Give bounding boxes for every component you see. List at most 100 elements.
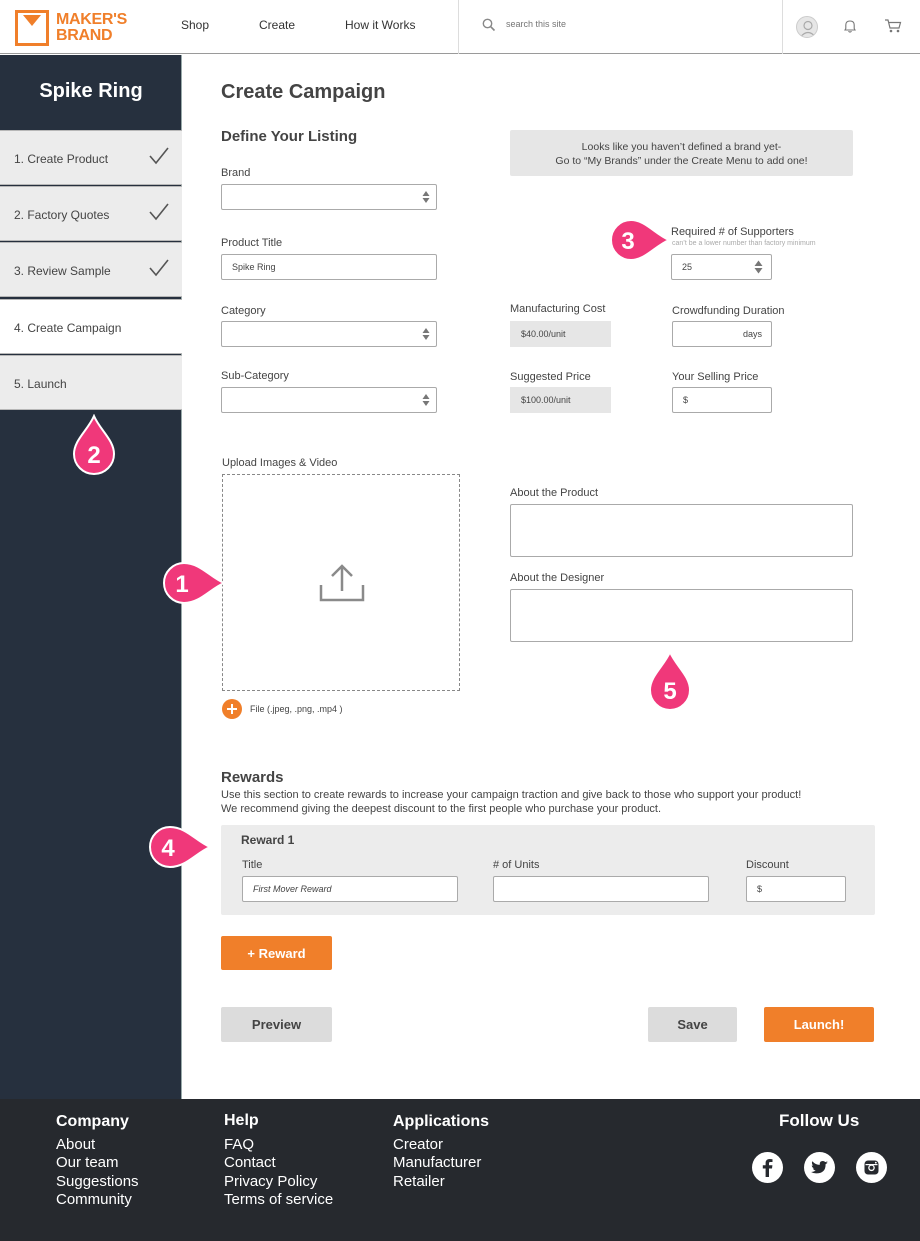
header-divider — [782, 0, 783, 54]
section-title-define-listing: Define Your Listing — [221, 128, 358, 145]
footer-link-suggestions[interactable]: Suggestions — [56, 1173, 139, 1190]
reward-discount-label: Discount — [746, 859, 789, 871]
facebook-icon[interactable] — [752, 1152, 783, 1183]
notice-line1: Looks like you haven’t defined a brand y… — [581, 141, 782, 153]
footer-link-about[interactable]: About — [56, 1136, 95, 1153]
footer-link-terms[interactable]: Terms of service — [224, 1191, 333, 1208]
reward-discount-input[interactable]: $ — [746, 876, 846, 902]
nav-shop[interactable]: Shop — [181, 18, 209, 32]
manufacturing-cost-value: $40.00/unit — [510, 321, 611, 347]
bell-icon[interactable] — [842, 18, 858, 34]
add-file-button[interactable] — [222, 699, 242, 719]
annotation-marker-2: 2 — [72, 414, 116, 475]
marker-number: 2 — [87, 442, 100, 469]
sidebar-step-create-campaign[interactable]: 4. Create Campaign — [0, 299, 182, 354]
supporters-value: 25 — [682, 262, 693, 272]
footer-link-privacy-policy[interactable]: Privacy Policy — [224, 1173, 317, 1190]
reward-title-input[interactable]: First Mover Reward — [242, 876, 458, 902]
page-title: Create Campaign — [221, 81, 386, 103]
subcategory-label: Sub-Category — [221, 370, 289, 382]
search-input[interactable] — [506, 19, 756, 29]
reward-units-input[interactable] — [493, 876, 709, 902]
logo[interactable]: MAKER'S BRAND — [15, 10, 127, 46]
sidebar-step-label: 1. Create Product — [14, 152, 109, 166]
footer-link-our-team[interactable]: Our team — [56, 1154, 119, 1171]
sidebar-step-label: 5. Launch — [14, 377, 67, 391]
instagram-icon[interactable] — [856, 1152, 887, 1183]
sidebar-step-review-sample[interactable]: 3. Review Sample — [0, 242, 182, 297]
footer-link-manufacturer[interactable]: Manufacturer — [393, 1154, 481, 1171]
footer-link-retailer[interactable]: Retailer — [393, 1173, 445, 1190]
select-arrows-icon — [422, 394, 430, 406]
preview-button[interactable]: Preview — [221, 1007, 332, 1042]
marker-number: 5 — [663, 678, 676, 705]
file-types-label: File (.jpeg, .png, .mp4 ) — [250, 704, 343, 714]
cart-icon[interactable] — [884, 18, 902, 34]
annotation-marker-1: 1 — [163, 561, 226, 605]
upload-icon — [319, 564, 365, 602]
subcategory-select[interactable] — [221, 387, 437, 413]
reward-discount-value: $ — [757, 884, 763, 894]
notice-line2: Go to “My Brands” under the Create Menu … — [555, 155, 808, 167]
upload-label: Upload Images & Video — [222, 457, 338, 469]
top-header: MAKER'S BRAND Shop Create How it Works — [0, 0, 920, 54]
product-title-input[interactable]: Spike Ring — [221, 254, 437, 280]
footer-link-faq[interactable]: FAQ — [224, 1136, 254, 1153]
upload-dropzone[interactable] — [222, 474, 460, 691]
category-label: Category — [221, 305, 266, 317]
check-icon — [149, 259, 169, 277]
sidebar-step-label: 4. Create Campaign — [14, 321, 122, 335]
about-designer-label: About the Designer — [510, 572, 605, 584]
twitter-icon[interactable] — [804, 1152, 835, 1183]
logo-text-line2: BRAND — [56, 27, 113, 44]
sidebar-title: Spike Ring — [39, 80, 143, 102]
reward-title: Reward 1 — [241, 833, 295, 847]
logo-mark-icon — [15, 10, 49, 46]
about-product-textarea[interactable] — [510, 504, 853, 557]
sidebar-step-label: 3. Review Sample — [14, 264, 111, 278]
supporters-hint: can’t be a lower number than factory min… — [672, 240, 816, 247]
marker-number: 4 — [161, 835, 175, 862]
add-reward-button[interactable]: + Reward — [221, 936, 332, 970]
crowdfunding-unit: days — [742, 329, 762, 339]
crowdfunding-duration-input[interactable]: days — [672, 321, 772, 347]
brand-notice: Looks like you haven’t defined a brand y… — [510, 130, 853, 176]
category-select[interactable] — [221, 321, 437, 347]
footer-help-title: Help — [224, 1112, 259, 1129]
search-icon[interactable] — [482, 18, 496, 32]
marker-number: 1 — [175, 571, 188, 598]
footer-link-creator[interactable]: Creator — [393, 1136, 443, 1153]
footer-link-community[interactable]: Community — [56, 1191, 132, 1208]
footer: Company About Our team Suggestions Commu… — [0, 1099, 920, 1241]
about-designer-textarea[interactable] — [510, 589, 853, 642]
selling-price-value: $ — [683, 395, 689, 405]
check-icon — [149, 203, 169, 221]
sidebar-step-launch[interactable]: 5. Launch — [0, 355, 182, 410]
nav-create[interactable]: Create — [259, 18, 295, 32]
sidebar-step-factory-quotes[interactable]: 2. Factory Quotes — [0, 186, 182, 241]
sidebar: Spike Ring 1. Create Product 2. Factory … — [0, 55, 182, 1099]
marker-number: 3 — [621, 228, 634, 255]
reward-panel: Reward 1 Title First Mover Reward # of U… — [221, 825, 875, 915]
selling-price-input[interactable]: $ — [672, 387, 772, 413]
brand-select[interactable] — [221, 184, 437, 210]
footer-applications-title: Applications — [393, 1113, 490, 1130]
user-icon[interactable] — [796, 16, 818, 38]
crowdfunding-duration-label: Crowdfunding Duration — [672, 305, 785, 317]
supporters-stepper[interactable]: 25 — [671, 254, 772, 280]
annotation-marker-5: 5 — [648, 650, 692, 711]
select-arrows-icon — [422, 328, 430, 340]
save-button[interactable]: Save — [648, 1007, 737, 1042]
launch-button[interactable]: Launch! — [764, 1007, 874, 1042]
rewards-description: Use this section to create rewards to in… — [221, 788, 801, 816]
about-product-label: About the Product — [510, 487, 599, 499]
rewards-title: Rewards — [221, 769, 284, 786]
product-title-value: Spike Ring — [232, 262, 276, 272]
nav-how-it-works[interactable]: How it Works — [345, 18, 415, 32]
footer-link-contact[interactable]: Contact — [224, 1154, 276, 1171]
sidebar-step-create-product[interactable]: 1. Create Product — [0, 130, 182, 185]
stepper-arrows-icon[interactable] — [754, 260, 763, 275]
selling-price-label: Your Selling Price — [672, 371, 759, 383]
check-icon — [149, 147, 169, 165]
rewards-desc-line2: We recommend giving the deepest discount… — [221, 803, 662, 815]
